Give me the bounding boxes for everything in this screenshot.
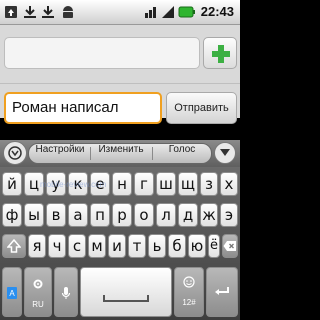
key[interactable]: э bbox=[220, 203, 238, 227]
suggestion-strip: Настройки Изменить Голос bbox=[0, 140, 240, 167]
download-icon bbox=[42, 6, 54, 18]
gear-icon bbox=[33, 279, 43, 289]
top-text-field[interactable] bbox=[4, 37, 200, 69]
key[interactable]: б bbox=[168, 234, 186, 258]
key[interactable]: ю bbox=[188, 234, 206, 258]
message-input[interactable]: Роман написал bbox=[4, 92, 162, 124]
status-time: 22:43 bbox=[200, 4, 234, 19]
key[interactable]: к bbox=[68, 172, 88, 196]
key[interactable]: в bbox=[46, 203, 66, 227]
key[interactable]: г bbox=[134, 172, 154, 196]
key[interactable]: о bbox=[134, 203, 154, 227]
svg-text:A: A bbox=[9, 289, 15, 298]
keyboard-settings-button[interactable] bbox=[3, 141, 27, 165]
space-icon bbox=[103, 295, 149, 302]
collapse-strip-button[interactable] bbox=[214, 142, 236, 164]
shift-key[interactable] bbox=[2, 234, 26, 258]
key[interactable]: я bbox=[28, 234, 46, 258]
language-key[interactable]: RU bbox=[24, 267, 52, 317]
input-method-key[interactable]: A bbox=[2, 267, 22, 317]
symbols-key[interactable]: 12# bbox=[174, 267, 204, 317]
key[interactable]: д bbox=[178, 203, 198, 227]
symbols-label: 12# bbox=[182, 298, 196, 307]
language-label: RU bbox=[32, 300, 44, 309]
download-icon bbox=[24, 6, 36, 18]
send-button[interactable]: Отправить bbox=[166, 92, 237, 124]
space-key[interactable] bbox=[80, 267, 172, 317]
key[interactable]: х bbox=[220, 172, 238, 196]
keyboard: й ц у к е н г ш щ з х ф ы в а п р о л д … bbox=[0, 167, 240, 320]
key[interactable]: а bbox=[68, 203, 88, 227]
key[interactable]: е bbox=[90, 172, 110, 196]
wifi-icon bbox=[145, 7, 156, 18]
add-button[interactable] bbox=[203, 37, 237, 69]
battery-icon bbox=[178, 6, 195, 18]
mic-key[interactable] bbox=[54, 267, 78, 317]
smile-icon bbox=[183, 276, 195, 288]
signal-icon bbox=[162, 6, 174, 18]
key[interactable]: п bbox=[90, 203, 110, 227]
key[interactable]: м bbox=[88, 234, 106, 258]
suggestion-voice[interactable]: Голос bbox=[153, 144, 211, 163]
suggestion-settings[interactable]: Настройки bbox=[31, 144, 89, 163]
keyboard-icon bbox=[8, 146, 22, 160]
backspace-icon bbox=[223, 241, 236, 251]
key[interactable]: й bbox=[2, 172, 22, 196]
key[interactable]: с bbox=[68, 234, 86, 258]
key[interactable]: ы bbox=[24, 203, 44, 227]
shift-icon bbox=[6, 238, 22, 253]
divider bbox=[0, 83, 240, 84]
enter-key[interactable] bbox=[206, 267, 238, 317]
key[interactable]: ф bbox=[2, 203, 22, 227]
enter-icon bbox=[215, 287, 229, 295]
key[interactable]: ж bbox=[200, 203, 218, 227]
input-method-icon: A bbox=[7, 287, 17, 299]
usb-icon bbox=[5, 6, 17, 18]
key[interactable]: ч bbox=[48, 234, 66, 258]
key[interactable]: и bbox=[108, 234, 126, 258]
suggestion-pill: Настройки Изменить Голос bbox=[28, 143, 212, 164]
plus-icon bbox=[212, 45, 230, 63]
key[interactable]: ш bbox=[156, 172, 176, 196]
backspace-key[interactable] bbox=[222, 234, 238, 258]
key[interactable]: ь bbox=[148, 234, 166, 258]
key[interactable]: н bbox=[112, 172, 132, 196]
android-icon bbox=[63, 6, 73, 18]
suggestion-edit[interactable]: Изменить bbox=[91, 144, 151, 163]
mic-icon bbox=[61, 287, 71, 299]
key[interactable]: ц bbox=[24, 172, 44, 196]
key[interactable]: щ bbox=[178, 172, 198, 196]
status-bar: 22:43 bbox=[0, 0, 240, 25]
key[interactable]: у bbox=[46, 172, 66, 196]
key[interactable]: р bbox=[112, 203, 132, 227]
app-area: Роман написал Отправить bbox=[0, 25, 240, 124]
key[interactable]: ё bbox=[208, 234, 220, 258]
key[interactable]: л bbox=[156, 203, 176, 227]
key[interactable]: з bbox=[200, 172, 218, 196]
key[interactable]: т bbox=[128, 234, 146, 258]
chevron-down-icon bbox=[220, 149, 230, 156]
